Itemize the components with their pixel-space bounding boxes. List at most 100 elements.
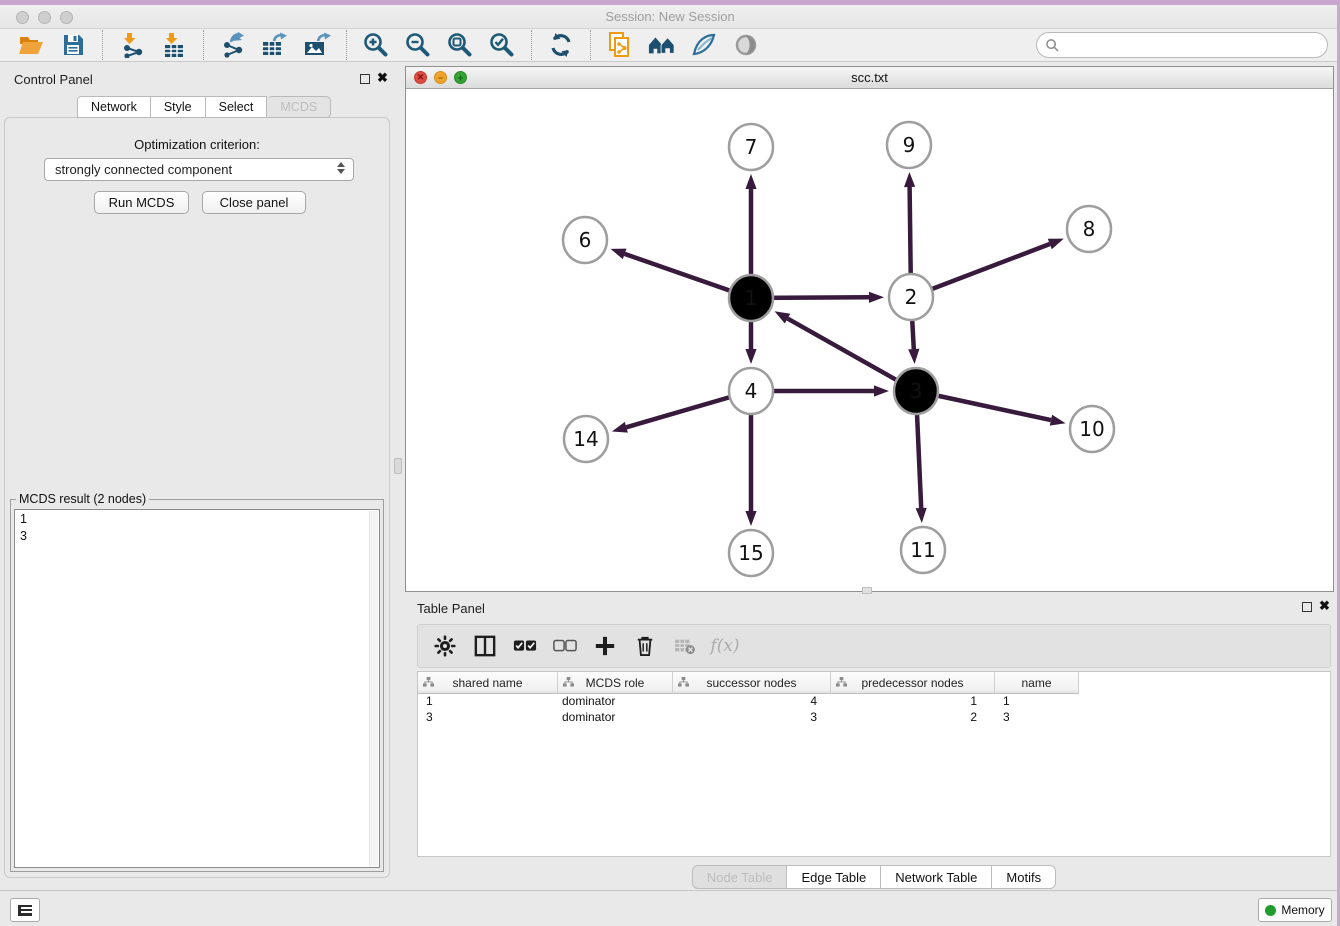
column-header-successor-nodes[interactable]: successor nodes [673, 672, 831, 694]
graph-node-label-8: 8 [1083, 217, 1096, 241]
network-graph-canvas[interactable]: 1234678910111415 [406, 89, 1333, 592]
table-panel-tabs: Node TableEdge TableNetwork TableMotifs [417, 862, 1331, 892]
toolbar-separator [203, 30, 204, 60]
mcds-result-scrollbar[interactable] [369, 511, 378, 866]
column-header-shared-name[interactable]: shared name [418, 672, 558, 694]
task-history-button[interactable] [10, 898, 40, 922]
graph-node-label-4: 4 [745, 379, 758, 403]
table-panel-close-icon[interactable]: ✖ [1319, 598, 1330, 614]
delete-column-icon[interactable] [632, 633, 658, 659]
deselect-all-columns-icon[interactable] [552, 633, 578, 659]
add-column-icon[interactable] [592, 633, 618, 659]
control-panel-float-icon[interactable] [360, 74, 370, 84]
apply-style-icon[interactable] [690, 31, 718, 59]
select-all-columns-icon[interactable] [512, 633, 538, 659]
graph-arrowhead [904, 172, 915, 187]
node-table-body: 1dominator4113dominator323 [418, 694, 1330, 726]
toggle-panes-icon[interactable] [472, 633, 498, 659]
graph-node-label-15: 15 [738, 541, 763, 565]
table-cell: dominator [558, 694, 673, 710]
export-table-icon[interactable] [261, 31, 289, 59]
table-tab-edge-table[interactable]: Edge Table [787, 865, 881, 889]
column-type-icon [423, 677, 434, 688]
memory-status-icon [1265, 905, 1276, 916]
zoom-in-icon[interactable] [362, 31, 390, 59]
graph-arrowhead [745, 349, 756, 364]
column-header-predecessor-nodes[interactable]: predecessor nodes [831, 672, 995, 694]
table-tab-node-table[interactable]: Node Table [692, 865, 788, 889]
control-panel-close-icon[interactable]: ✖ [377, 70, 388, 86]
optimization-criterion-label: Optimization criterion: [0, 137, 394, 152]
table-row[interactable]: 3dominator323 [418, 710, 1330, 726]
node-table-header-row: shared name MCDS role successor nodesprede… [418, 672, 1330, 694]
optimization-criterion-select[interactable]: strongly connected component [44, 158, 354, 181]
table-tab-network-table[interactable]: Network Table [881, 865, 992, 889]
graph-node-label-1: 1 [745, 286, 758, 310]
graph-node-label-2: 2 [905, 285, 918, 309]
control-tab-style[interactable]: Style [151, 96, 206, 118]
control-panel-tabs: NetworkStyleSelectMCDS [77, 96, 331, 118]
graph-node-label-9: 9 [903, 133, 916, 157]
graph-arrowhead [869, 292, 884, 303]
vertical-splitter-handle[interactable] [394, 458, 402, 474]
close-panel-button[interactable]: Close panel [202, 191, 306, 214]
control-panel-header: Control Panel ✖ [0, 66, 394, 94]
column-header-label: MCDS role [586, 676, 645, 690]
column-header-label: name [1021, 676, 1051, 690]
column-header-MCDS-role[interactable]: MCDS role [558, 672, 673, 694]
export-network-icon[interactable] [219, 31, 247, 59]
table-toolbar: f(x) [417, 624, 1331, 668]
table-panel-header: Table Panel ✖ [405, 594, 1340, 622]
control-panel-title: Control Panel [14, 72, 93, 87]
column-type-icon [836, 677, 847, 688]
app-titlebar: Session: New Session [0, 5, 1340, 29]
table-cell: 4 [673, 694, 831, 710]
graph-node-label-7: 7 [745, 135, 758, 159]
zoom-selected-icon[interactable] [488, 31, 516, 59]
horizontal-splitter-handle[interactable] [862, 587, 872, 594]
control-tab-select[interactable]: Select [206, 96, 268, 118]
toggle-birds-eye-icon[interactable] [732, 31, 760, 59]
open-session-icon[interactable] [17, 31, 45, 59]
graph-arrowhead [612, 422, 628, 433]
column-header-name[interactable]: name [995, 672, 1079, 694]
memory-button[interactable]: Memory [1258, 898, 1332, 922]
refresh-layout-icon[interactable] [547, 31, 575, 59]
graph-arrowhead [1050, 415, 1066, 426]
optimization-criterion-value: strongly connected component [55, 162, 232, 177]
table-cell: 3 [673, 710, 831, 726]
table-row[interactable]: 1dominator411 [418, 694, 1330, 710]
network-window-titlebar[interactable]: ✕ − + scc.txt [406, 67, 1333, 89]
toolbar-separator [590, 30, 591, 60]
graph-node-label-6: 6 [579, 228, 592, 252]
import-network-icon[interactable] [118, 31, 146, 59]
zoom-out-icon[interactable] [404, 31, 432, 59]
table-cell: dominator [558, 710, 673, 726]
main-toolbar [0, 29, 1340, 62]
save-session-icon[interactable] [59, 31, 87, 59]
import-table-icon[interactable] [160, 31, 188, 59]
graph-arrowhead [611, 249, 627, 260]
table-panel-float-icon[interactable] [1302, 602, 1312, 612]
table-cell: 3 [995, 710, 1079, 726]
search-icon [1045, 38, 1060, 53]
mcds-result-area[interactable]: 1 3 [14, 509, 380, 868]
control-tab-mcds[interactable]: MCDS [267, 96, 331, 118]
mcds-result-text: 1 3 [15, 510, 379, 546]
run-mcds-button[interactable]: Run MCDS [94, 191, 189, 214]
search-input[interactable] [1064, 35, 1327, 55]
network-view-window: ✕ − + scc.txt 1234678910111415 [405, 66, 1334, 592]
settings-gear-icon[interactable] [432, 633, 458, 659]
mcds-result-title: MCDS result (2 nodes) [16, 492, 149, 506]
column-type-icon [563, 677, 574, 688]
home-networks-icon[interactable] [648, 31, 676, 59]
table-tab-motifs[interactable]: Motifs [992, 865, 1056, 889]
graph-node-label-10: 10 [1079, 417, 1104, 441]
control-tab-network[interactable]: Network [77, 96, 151, 118]
clone-network-icon[interactable] [606, 31, 634, 59]
app-title: Session: New Session [0, 9, 1340, 24]
function-builder-disabled-icon: f(x) [712, 633, 738, 659]
export-image-icon[interactable] [303, 31, 331, 59]
list-icon [18, 905, 32, 916]
zoom-fit-icon[interactable] [446, 31, 474, 59]
